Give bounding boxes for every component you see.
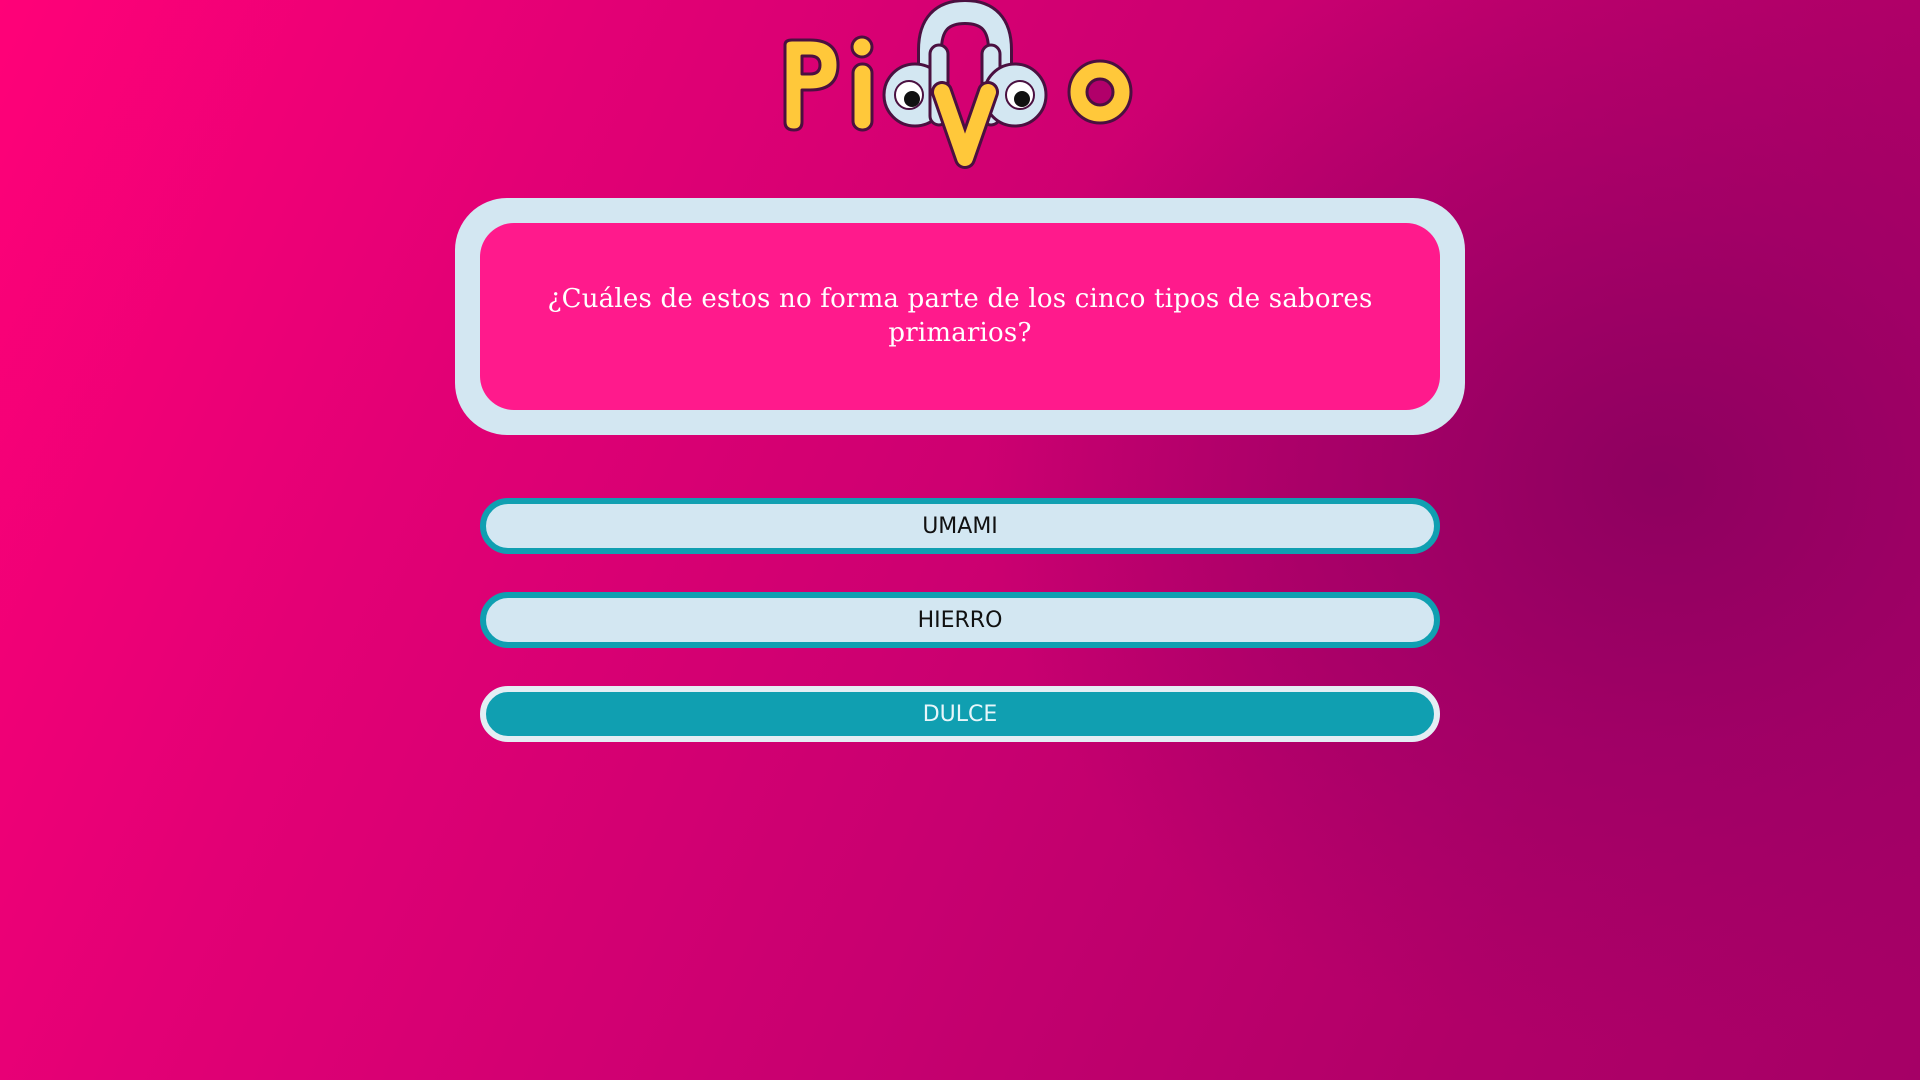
answer-list: UMAMI HIERRO DULCE [480, 498, 1440, 780]
answer-option-dulce[interactable]: DULCE [480, 686, 1440, 742]
app-logo: .ol { stroke: #4a1040; stroke-width: 3; … [770, 0, 1150, 175]
answer-option-hierro[interactable]: HIERRO [480, 592, 1440, 648]
answer-option-umami[interactable]: UMAMI [480, 498, 1440, 554]
question-panel: ¿Cuáles de estos no forma parte de los c… [455, 198, 1465, 435]
question-box: ¿Cuáles de estos no forma parte de los c… [480, 223, 1440, 410]
logo-graphic: .ol { stroke: #4a1040; stroke-width: 3; … [783, 0, 1133, 169]
question-text: ¿Cuáles de estos no forma parte de los c… [547, 283, 1373, 348]
